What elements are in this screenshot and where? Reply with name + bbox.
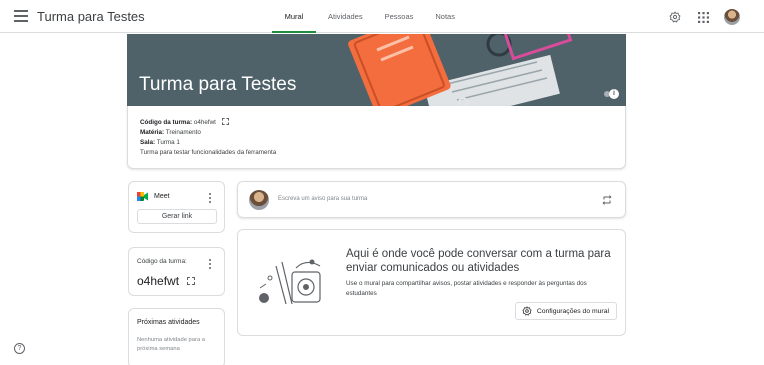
tab-pessoas[interactable]: Pessoas [381,0,418,33]
fullscreen-icon[interactable] [221,118,229,125]
upcoming-card: Próximas atividades Nenhuma atividade pa… [128,308,225,365]
stream-settings-button[interactable]: Configurações do mural [514,302,617,320]
stream-settings-label: Configurações do mural [536,307,609,315]
class-code-card: Código da turma: o4hefwt [128,247,225,296]
info-icon[interactable]: i [609,89,619,99]
settings-gear-icon[interactable] [668,10,682,24]
meet-label: Meet [154,193,170,200]
class-code-card-value: o4hefwt [137,274,180,288]
upcoming-title: Próximas atividades [137,319,200,326]
class-code-display: o4hefwt [137,274,196,288]
class-description: Turma para testar funcionalidades da fer… [140,149,277,156]
apps-grid-icon[interactable] [696,10,710,24]
upcoming-text: Nenhuma atividade para a próxima semana [137,337,205,352]
subject-label: Matéria: [140,129,165,136]
top-app-bar: Turma para Testes Mural Atividades Pesso… [0,0,764,33]
room-line: Sala: Turma 1 [140,138,613,148]
settings-gear-icon [522,306,532,316]
meet-logo-icon [137,192,148,201]
class-banner: Turma para Testes i [127,34,626,106]
repost-icon[interactable] [601,194,613,206]
empty-stream-card: Aqui é onde você pode conversar com a tu… [237,229,626,336]
menu-icon[interactable] [14,10,28,22]
empty-state-title: Aqui é onde você pode conversar com a tu… [346,248,611,274]
composer-avatar [249,190,269,210]
app-title[interactable]: Turma para Testes [37,9,145,24]
class-code-more-options-icon[interactable] [209,259,212,269]
class-info-card: Código da turma: o4hefwt Matéria: Treina… [127,106,626,169]
class-code-label: Código da turma: [140,119,193,126]
composer-placeholder[interactable]: Escreva um aviso para sua turma [278,196,367,202]
avatar[interactable] [724,9,740,25]
class-code-card-label: Código da turma: [137,258,187,265]
subject-value: Treinamento [165,129,201,136]
meet-card: Meet Gerar link [128,181,225,233]
meet-more-options-icon[interactable] [209,193,212,203]
stream-illustration [259,259,321,305]
empty-state-description: Use o mural para compartilhar avisos, po… [346,280,587,297]
generate-link-button[interactable]: Gerar link [137,209,217,224]
room-label: Sala: [140,139,156,146]
tab-bar: Mural Atividades Pessoas Notas [272,0,459,33]
help-icon[interactable]: ? [14,343,25,354]
meet-header: Meet [137,192,170,201]
fullscreen-icon[interactable] [187,277,196,285]
tab-atividades[interactable]: Atividades [324,0,367,33]
room-value: Turma 1 [156,139,180,146]
tab-notas[interactable]: Notas [431,0,459,33]
subject-line: Matéria: Treinamento [140,128,613,138]
class-code-line: Código da turma: o4hefwt [140,118,613,128]
class-code-value: o4hefwt [193,119,216,126]
top-right-actions [668,9,740,25]
banner-title: Turma para Testes [139,74,297,95]
tab-mural[interactable]: Mural [272,0,316,33]
announcement-composer[interactable]: Escreva um aviso para sua turma [237,181,626,218]
